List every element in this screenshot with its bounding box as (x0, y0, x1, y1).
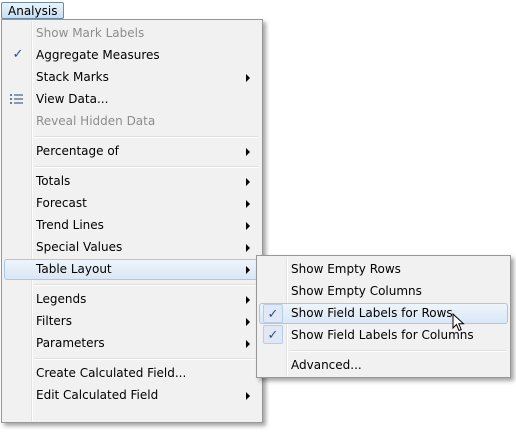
menu-item-label: Edit Calculated Field (36, 388, 159, 402)
menu-item-label: Filters (36, 314, 72, 328)
menu-item-label: Stack Marks (36, 70, 109, 84)
submenu-arrow-icon (246, 266, 250, 274)
submenu-arrow-icon (246, 222, 250, 230)
menu-item-label: Forecast (36, 196, 87, 210)
menu-item-label: Legends (36, 292, 87, 306)
menu-item-trend-lines[interactable]: Trend Lines (4, 215, 260, 236)
menu-item-label: Special Values (36, 240, 123, 254)
menu-item-legends[interactable]: Legends (4, 289, 260, 310)
menu-item-label: Show Field Labels for Columns (291, 328, 474, 342)
view-data-icon (10, 94, 23, 104)
menu-separator (34, 284, 258, 286)
menu-separator (289, 350, 506, 352)
submenu-arrow-icon (246, 392, 250, 400)
menu-item-label: View Data... (36, 92, 109, 106)
checkmark-icon: ✓ (263, 325, 283, 344)
submenu-item-show-empty-rows[interactable]: Show Empty Rows (259, 259, 508, 280)
analysis-menu-button[interactable]: Analysis (1, 2, 65, 19)
submenu-arrow-icon (246, 74, 250, 82)
menu-item-label: Trend Lines (36, 218, 104, 232)
submenu-item-show-field-labels-for-columns[interactable]: ✓ Show Field Labels for Columns (259, 325, 508, 346)
menu-separator (34, 136, 258, 138)
menu-item-label: Table Layout (36, 262, 112, 276)
menu-item-table-layout[interactable]: Table Layout (4, 259, 260, 280)
submenu-arrow-icon (246, 296, 250, 304)
menu-item-label: Advanced... (291, 358, 362, 372)
checkmark-icon: ✓ (12, 47, 24, 62)
mouse-pointer-icon (452, 313, 465, 332)
menu-item-reveal-hidden-data: Reveal Hidden Data (4, 111, 260, 132)
menu-item-label: Show Mark Labels (36, 26, 145, 40)
submenu-arrow-icon (246, 318, 250, 326)
menu-item-show-mark-labels: Show Mark Labels (4, 23, 260, 44)
menu-item-stack-marks[interactable]: Stack Marks (4, 67, 260, 88)
menu-item-label: Reveal Hidden Data (36, 114, 156, 128)
table-layout-submenu: Show Empty Rows Show Empty Columns ✓ Sho… (256, 255, 511, 378)
menu-item-label: Create Calculated Field... (36, 366, 187, 380)
submenu-item-advanced[interactable]: Advanced... (259, 355, 508, 376)
checkmark-icon: ✓ (263, 304, 283, 323)
submenu-arrow-icon (246, 340, 250, 348)
analysis-menu: Show Mark Labels ✓ Aggregate Measures St… (1, 19, 263, 423)
menu-item-filters[interactable]: Filters (4, 311, 260, 332)
menu-separator (34, 166, 258, 168)
submenu-arrow-icon (246, 148, 250, 156)
menu-item-label: Aggregate Measures (36, 48, 160, 62)
menu-item-forecast[interactable]: Forecast (4, 193, 260, 214)
submenu-arrow-icon (246, 244, 250, 252)
menu-item-view-data[interactable]: View Data... (4, 89, 260, 110)
menu-item-label: Show Empty Columns (291, 284, 422, 298)
menu-item-label: Show Field Labels for Rows (291, 306, 453, 320)
submenu-arrow-icon (246, 200, 250, 208)
menu-item-totals[interactable]: Totals (4, 171, 260, 192)
menu-item-aggregate-measures[interactable]: ✓ Aggregate Measures (4, 45, 260, 66)
menu-item-label: Parameters (36, 336, 105, 350)
menu-item-label: Show Empty Rows (291, 262, 401, 276)
menu-item-label: Totals (36, 174, 71, 188)
menu-item-edit-calculated-field[interactable]: Edit Calculated Field (4, 385, 260, 406)
menu-item-create-calculated-field[interactable]: Create Calculated Field... (4, 363, 260, 384)
submenu-item-show-empty-columns[interactable]: Show Empty Columns (259, 281, 508, 302)
menu-item-label: Percentage of (36, 144, 119, 158)
submenu-item-show-field-labels-for-rows[interactable]: ✓ Show Field Labels for Rows (259, 303, 508, 324)
menu-item-parameters[interactable]: Parameters (4, 333, 260, 354)
submenu-arrow-icon (246, 178, 250, 186)
menu-item-special-values[interactable]: Special Values (4, 237, 260, 258)
menu-separator (34, 358, 258, 360)
menu-item-percentage-of[interactable]: Percentage of (4, 141, 260, 162)
